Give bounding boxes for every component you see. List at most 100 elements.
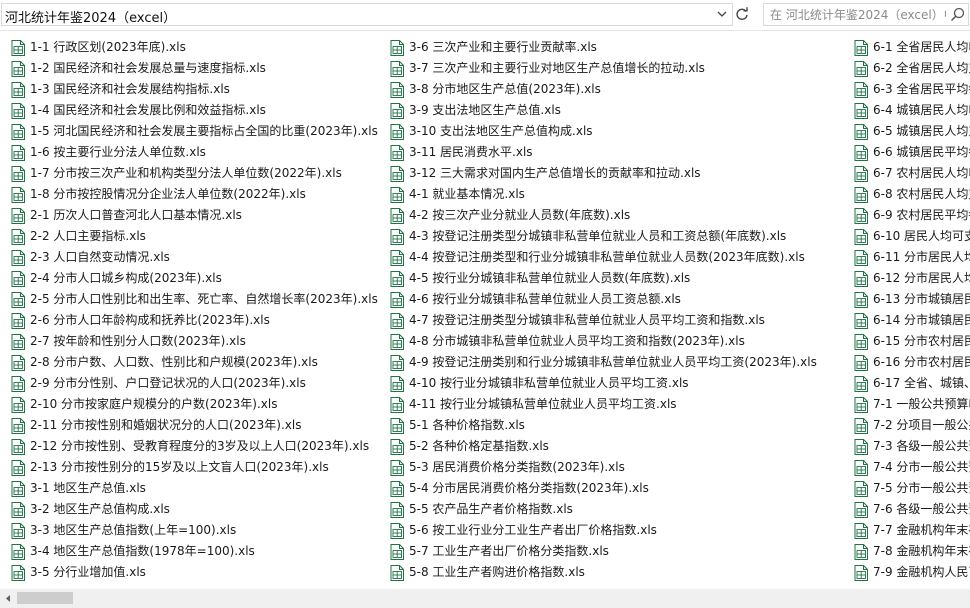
file-item[interactable]: 2-8 分市户数、人口数、性别比和户规模(2023年).xls	[0, 352, 378, 373]
file-item[interactable]: 1-3 国民经济和社会发展结构指标.xls	[0, 79, 378, 100]
file-item[interactable]: 6-12 分市居民人均	[843, 268, 970, 289]
file-item[interactable]: 7-3 各级一般公共预	[843, 436, 970, 457]
file-item[interactable]: 6-16 分市农村居民	[843, 352, 970, 373]
file-item[interactable]: 6-14 分市城镇居民	[843, 310, 970, 331]
file-item[interactable]: 3-3 地区生产总值指数(上年=100).xls	[0, 520, 378, 541]
file-item[interactable]: 7-5 分市一般公共预	[843, 478, 970, 499]
file-item[interactable]: 5-3 居民消费价格分类指数(2023年).xls	[379, 457, 817, 478]
file-item[interactable]: 6-6 城镇居民平均每	[843, 142, 970, 163]
search-icon[interactable]	[950, 7, 965, 22]
search-box[interactable]	[763, 3, 969, 26]
file-item[interactable]: 5-8 工业生产者购进价格指数.xls	[379, 562, 817, 583]
file-name: 3-4 地区生产总值指数(1978年=100).xls	[30, 544, 255, 558]
file-item[interactable]: 5-6 按工业行业分工业生产者出厂价格指数.xls	[379, 520, 817, 541]
excel-file-icon	[390, 313, 404, 329]
file-item[interactable]: 3-6 三次产业和主要行业贡献率.xls	[379, 37, 817, 58]
file-item[interactable]: 6-4 城镇居民人均收	[843, 100, 970, 121]
file-item[interactable]: 2-7 按年龄和性别分人口数(2023年).xls	[0, 331, 378, 352]
arrow-left-icon[interactable]	[0, 589, 17, 608]
file-item[interactable]: 6-15 分市农村居民	[843, 331, 970, 352]
file-item[interactable]: 2-4 分市人口城乡构成(2023年).xls	[0, 268, 378, 289]
file-item[interactable]: 3-1 地区生产总值.xls	[0, 478, 378, 499]
file-item[interactable]: 2-1 历次人口普查河北人口基本情况.xls	[0, 205, 378, 226]
file-item[interactable]: 6-7 农村居民人均收	[843, 163, 970, 184]
file-item[interactable]: 6-5 城镇居民人均支	[843, 121, 970, 142]
file-item[interactable]: 4-2 按三次产业分就业人员数(年底数).xls	[379, 205, 817, 226]
file-item[interactable]: 2-13 分市按性别分的15岁及以上文盲人口(2023年).xls	[0, 457, 378, 478]
file-item[interactable]: 7-9 金融机构人民币	[843, 562, 970, 583]
file-name: 4-10 按行业分城镇非私营单位就业人员平均工资.xls	[409, 376, 689, 390]
file-item[interactable]: 6-8 农村居民人均支	[843, 184, 970, 205]
file-name: 2-4 分市人口城乡构成(2023年).xls	[30, 271, 222, 285]
file-item[interactable]: 6-2 全省居民人均支	[843, 58, 970, 79]
file-item[interactable]: 6-13 分市城镇居民	[843, 289, 970, 310]
file-name: 2-8 分市户数、人口数、性别比和户规模(2023年).xls	[30, 355, 318, 369]
file-item[interactable]: 6-3 全省居民平均每	[843, 79, 970, 100]
file-item[interactable]: 7-8 金融机构年末存	[843, 541, 970, 562]
file-item[interactable]: 7-7 金融机构年末存	[843, 520, 970, 541]
file-item[interactable]: 3-7 三次产业和主要行业对地区生产总值增长的拉动.xls	[379, 58, 817, 79]
file-item[interactable]: 1-2 国民经济和社会发展总量与速度指标.xls	[0, 58, 378, 79]
file-name: 5-4 分市居民消费价格分类指数(2023年).xls	[409, 481, 649, 495]
file-item[interactable]: 3-9 支出法地区生产总值.xls	[379, 100, 817, 121]
file-item[interactable]: 6-9 农村居民平均每	[843, 205, 970, 226]
excel-file-icon	[390, 481, 404, 497]
file-item[interactable]: 5-2 各种价格定基指数.xls	[379, 436, 817, 457]
search-input[interactable]	[770, 5, 946, 24]
file-item[interactable]: 2-3 人口自然变动情况.xls	[0, 247, 378, 268]
file-item[interactable]: 3-2 地区生产总值构成.xls	[0, 499, 378, 520]
file-item[interactable]: 4-3 按登记注册类型分城镇非私营单位就业人员和工资总额(年底数).xls	[379, 226, 817, 247]
chevron-down-icon[interactable]	[714, 6, 730, 23]
file-item[interactable]: 6-17 全省、城镇、	[843, 373, 970, 394]
path-box[interactable]: 河北统计年鉴2024（excel）	[1, 3, 733, 26]
file-item[interactable]: 4-8 分市城镇非私营单位就业人员平均工资和指数(2023年).xls	[379, 331, 817, 352]
excel-file-icon	[11, 187, 25, 203]
file-item[interactable]: 6-11 分市居民人均	[843, 247, 970, 268]
file-item[interactable]: 1-6 按主要行业分法人单位数.xls	[0, 142, 378, 163]
file-item[interactable]: 1-4 国民经济和社会发展比例和效益指标.xls	[0, 100, 378, 121]
file-item[interactable]: 4-9 按登记注册类别和行业分城镇非私营单位就业人员平均工资(2023年).xl…	[379, 352, 817, 373]
excel-file-icon	[390, 250, 404, 266]
file-item[interactable]: 4-11 按行业分城镇私营单位就业人员平均工资.xls	[379, 394, 817, 415]
file-item[interactable]: 5-5 农产品生产者价格指数.xls	[379, 499, 817, 520]
file-name: 6-16 分市农村居民	[873, 355, 970, 369]
file-item[interactable]: 1-5 河北国民经济和社会发展主要指标占全国的比重(2023年).xls	[0, 121, 378, 142]
excel-file-icon	[11, 502, 25, 518]
refresh-icon[interactable]	[734, 4, 750, 24]
file-item[interactable]: 2-2 人口主要指标.xls	[0, 226, 378, 247]
file-item[interactable]: 6-10 居民人均可支	[843, 226, 970, 247]
file-item[interactable]: 2-9 分市分性别、户口登记状况的人口(2023年).xls	[0, 373, 378, 394]
file-item[interactable]: 2-12 分市按性别、受教育程度分的3岁及以上人口(2023年).xls	[0, 436, 378, 457]
file-item[interactable]: 2-6 分市人口年龄构成和抚养比(2023年).xls	[0, 310, 378, 331]
file-item[interactable]: 7-6 各级一般公共预	[843, 499, 970, 520]
file-item[interactable]: 3-11 居民消费水平.xls	[379, 142, 817, 163]
file-item[interactable]: 5-1 各种价格指数.xls	[379, 415, 817, 436]
file-item[interactable]: 4-4 按登记注册类型和行业分城镇非私营单位就业人员数(2023年底数).xls	[379, 247, 817, 268]
file-item[interactable]: 5-7 工业生产者出厂价格分类指数.xls	[379, 541, 817, 562]
file-item[interactable]: 7-1 一般公共预算收	[843, 394, 970, 415]
file-item[interactable]: 3-10 支出法地区生产总值构成.xls	[379, 121, 817, 142]
excel-file-icon	[390, 82, 404, 98]
file-item[interactable]: 4-7 按登记注册类型分城镇非私营单位就业人员平均工资和指数.xls	[379, 310, 817, 331]
file-item[interactable]: 4-1 就业基本情况.xls	[379, 184, 817, 205]
file-item[interactable]: 4-5 按行业分城镇非私营单位就业人员数(年底数).xls	[379, 268, 817, 289]
horizontal-scrollbar[interactable]	[0, 589, 970, 608]
file-item[interactable]: 4-10 按行业分城镇非私营单位就业人员平均工资.xls	[379, 373, 817, 394]
file-item[interactable]: 7-4 分市一般公共预	[843, 457, 970, 478]
file-item[interactable]: 1-8 分市按控股情况分企业法人单位数(2022年).xls	[0, 184, 378, 205]
scrollbar-thumb[interactable]	[17, 592, 73, 604]
file-item[interactable]: 4-6 按行业分城镇非私营单位就业人员工资总额.xls	[379, 289, 817, 310]
file-item[interactable]: 1-7 分市按三次产业和机构类型分法人单位数(2022年).xls	[0, 163, 378, 184]
file-name: 3-11 居民消费水平.xls	[409, 145, 533, 159]
file-item[interactable]: 3-12 三大需求对国内生产总值增长的贡献率和拉动.xls	[379, 163, 817, 184]
file-item[interactable]: 2-10 分市按家庭户规模分的户数(2023年).xls	[0, 394, 378, 415]
file-item[interactable]: 3-8 分市地区生产总值(2023年).xls	[379, 79, 817, 100]
file-item[interactable]: 3-5 分行业增加值.xls	[0, 562, 378, 583]
file-item[interactable]: 5-4 分市居民消费价格分类指数(2023年).xls	[379, 478, 817, 499]
file-item[interactable]: 2-5 分市人口性别比和出生率、死亡率、自然增长率(2023年).xls	[0, 289, 378, 310]
file-item[interactable]: 2-11 分市按性别和婚姻状况分的人口(2023年).xls	[0, 415, 378, 436]
file-item[interactable]: 6-1 全省居民人均收	[843, 37, 970, 58]
file-item[interactable]: 7-2 分项目一般公共	[843, 415, 970, 436]
file-item[interactable]: 1-1 行政区划(2023年底).xls	[0, 37, 378, 58]
file-item[interactable]: 3-4 地区生产总值指数(1978年=100).xls	[0, 541, 378, 562]
